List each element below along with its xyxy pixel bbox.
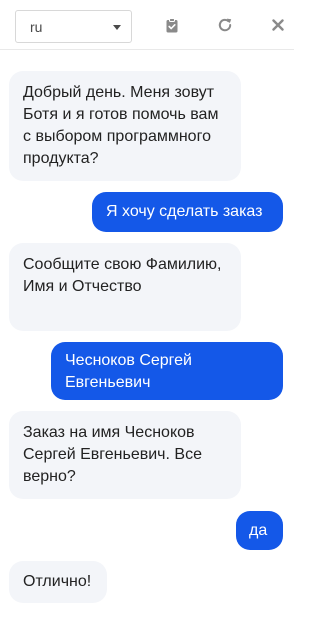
clipboard-button[interactable] bbox=[162, 15, 182, 35]
user-message: Чесноков Сергей Евгеньевич bbox=[51, 342, 283, 400]
chevron-down-icon bbox=[113, 25, 121, 30]
close-button[interactable] bbox=[268, 15, 288, 35]
close-icon bbox=[272, 19, 284, 31]
language-select-value: ru bbox=[30, 19, 43, 35]
user-message: да bbox=[236, 511, 283, 550]
bot-message: Добрый день. Меня зовут Ботя и я готов п… bbox=[9, 71, 241, 181]
bot-message: Отлично! bbox=[9, 561, 107, 603]
chat-toolbar: ru bbox=[0, 0, 294, 50]
chat-message-list: Добрый день. Меня зовут Ботя и я готов п… bbox=[0, 51, 294, 622]
language-select[interactable]: ru bbox=[15, 10, 132, 43]
clipboard-icon bbox=[166, 17, 178, 33]
chat-widget: ru Добрый день. Меня зовут Ботя и я гото… bbox=[0, 0, 294, 622]
refresh-button[interactable] bbox=[215, 15, 235, 35]
bot-message: Заказ на имя Чесноков Сергей Евгеньевич.… bbox=[9, 411, 241, 499]
user-message: Я хочу сделать заказ bbox=[92, 192, 283, 232]
refresh-icon bbox=[217, 17, 233, 33]
bot-message: Сообщите свою Фамилию, Имя и Отчество bbox=[9, 243, 241, 331]
